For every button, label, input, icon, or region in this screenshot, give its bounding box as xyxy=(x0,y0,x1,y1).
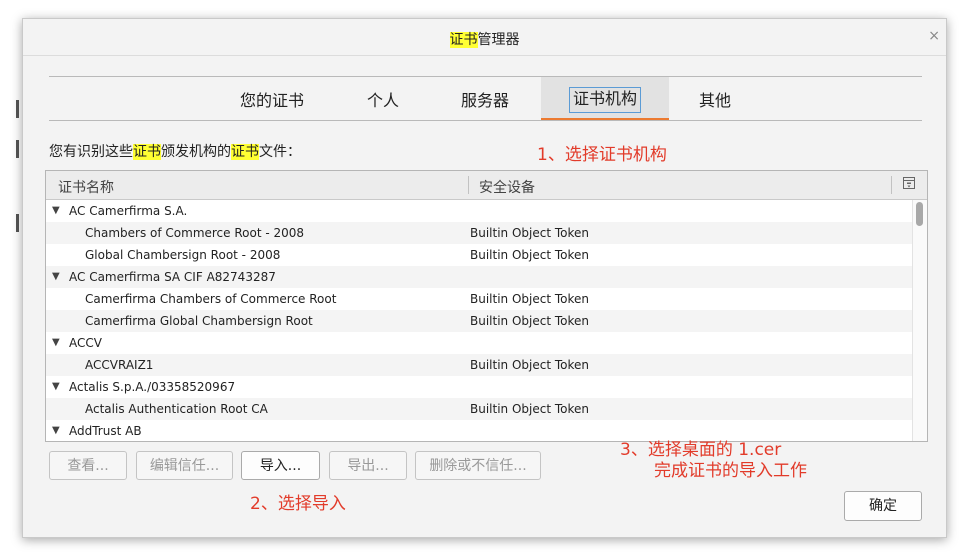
annotation-step-2: 2、选择导入 xyxy=(250,494,346,514)
tab-personal[interactable]: 个人 xyxy=(367,87,399,111)
tabs-bottom-divider xyxy=(49,120,922,121)
view-button[interactable]: 查看... xyxy=(49,451,127,480)
security-device: Builtin Object Token xyxy=(470,226,590,240)
certificate-name: AddTrust AB xyxy=(69,424,142,438)
export-button[interactable]: 导出... xyxy=(329,451,407,480)
column-divider[interactable] xyxy=(891,176,892,194)
edit-trust-button[interactable]: 编辑信任... xyxy=(136,451,233,480)
disclosure-triangle-icon[interactable]: ▼ xyxy=(52,420,60,441)
tree-group-row[interactable]: ▼ AddTrust AB xyxy=(46,420,912,441)
certificate-name: Camerfirma Chambers of Commerce Root xyxy=(85,292,337,306)
import-button[interactable]: 导入... xyxy=(241,451,320,480)
disclosure-triangle-icon[interactable]: ▼ xyxy=(52,332,60,354)
certificate-tree[interactable]: 证书名称 安全设备 ▼ AC Camerfirma S.A. Chambers of… xyxy=(45,170,928,442)
certificate-name: Actalis Authentication Root CA xyxy=(85,402,268,416)
tree-row[interactable]: ACCVRAIZ1 Builtin Object Token xyxy=(46,354,912,376)
certificate-name: Chambers of Commerce Root - 2008 xyxy=(85,226,305,240)
column-picker-icon[interactable] xyxy=(903,177,915,189)
tree-row[interactable]: Actalis Authentication Root CA Builtin Ob… xyxy=(46,398,912,420)
certificate-name: AC Camerfirma SA CIF A82743287 xyxy=(69,270,276,284)
background-tick xyxy=(16,100,19,118)
title-highlight: 证书 xyxy=(449,32,478,48)
tree-scrollbar[interactable] xyxy=(912,200,927,441)
tree-group-row[interactable]: ▼ AC Camerfirma S.A. xyxy=(46,200,912,222)
column-header-name[interactable]: 证书名称 xyxy=(58,177,114,197)
background-window-strip xyxy=(0,0,22,555)
annotation-step-1: 1、选择证书机构 xyxy=(537,145,667,165)
scrollbar-thumb[interactable] xyxy=(916,202,923,226)
disclosure-triangle-icon[interactable]: ▼ xyxy=(52,266,60,288)
tab-servers[interactable]: 服务器 xyxy=(461,87,509,111)
certificate-manager-dialog: 证书管理器 × 您的证书 个人 服务器 证书机构 其他 您有识别这些证书颁发机构… xyxy=(22,18,947,538)
tree-row[interactable]: Camerfirma Global Chambersign Root Builti… xyxy=(46,310,912,332)
delete-or-distrust-button[interactable]: 删除或不信任... xyxy=(415,451,541,480)
tree-group-row[interactable]: ▼ AC Camerfirma SA CIF A82743287 xyxy=(46,266,912,288)
background-tick xyxy=(16,140,19,158)
title-rest: 管理器 xyxy=(477,32,520,48)
certificate-name: Actalis S.p.A./03358520967 xyxy=(69,380,236,394)
column-divider[interactable] xyxy=(468,176,469,194)
disclosure-triangle-icon[interactable]: ▼ xyxy=(52,376,60,398)
disclosure-triangle-icon[interactable]: ▼ xyxy=(52,200,60,222)
tree-rows: ▼ AC Camerfirma S.A. Chambers of Commerce … xyxy=(46,200,912,441)
tab-your-certificates[interactable]: 您的证书 xyxy=(240,87,304,111)
certificate-name: AC Camerfirma S.A. xyxy=(69,204,188,218)
security-device: Builtin Object Token xyxy=(470,314,590,328)
background-tick xyxy=(16,214,19,232)
certificate-name: Camerfirma Global Chambersign Root xyxy=(85,314,313,328)
tree-group-row[interactable]: ▼ ACCV xyxy=(46,332,912,354)
close-icon[interactable]: × xyxy=(928,28,940,44)
security-device: Builtin Object Token xyxy=(470,292,590,306)
description-text: 您有识别这些证书颁发机构的证书文件： xyxy=(49,144,301,160)
tree-header: 证书名称 安全设备 xyxy=(46,171,927,200)
security-device: Builtin Object Token xyxy=(470,402,590,416)
certificate-name: ACCVRAIZ1 xyxy=(85,358,154,372)
tree-group-row[interactable]: ▼ Actalis S.p.A./03358520967 xyxy=(46,376,912,398)
tabs-top-divider xyxy=(49,76,922,77)
tree-row[interactable]: Global Chambersign Root - 2008 Builtin Ob… xyxy=(46,244,912,266)
ok-button[interactable]: 确定 xyxy=(844,491,922,521)
security-device: Builtin Object Token xyxy=(470,358,590,372)
tree-row[interactable]: Camerfirma Chambers of Commerce Root Buil… xyxy=(46,288,912,310)
titlebar-divider xyxy=(23,55,946,56)
security-device: Builtin Object Token xyxy=(470,248,590,262)
tab-authorities[interactable]: 证书机构 xyxy=(569,87,642,113)
dialog-title: 证书管理器 xyxy=(449,29,520,49)
tree-row[interactable]: Chambers of Commerce Root - 2008 Builtin … xyxy=(46,222,912,244)
tab-others[interactable]: 其他 xyxy=(699,87,731,111)
certificate-name: ACCV xyxy=(69,336,102,350)
column-header-device[interactable]: 安全设备 xyxy=(479,177,535,197)
certificate-name: Global Chambersign Root - 2008 xyxy=(85,248,281,262)
annotation-step-3-line-2: 完成证书的导入工作 xyxy=(654,461,807,481)
dialog-titlebar: 证书管理器 × xyxy=(23,19,946,55)
